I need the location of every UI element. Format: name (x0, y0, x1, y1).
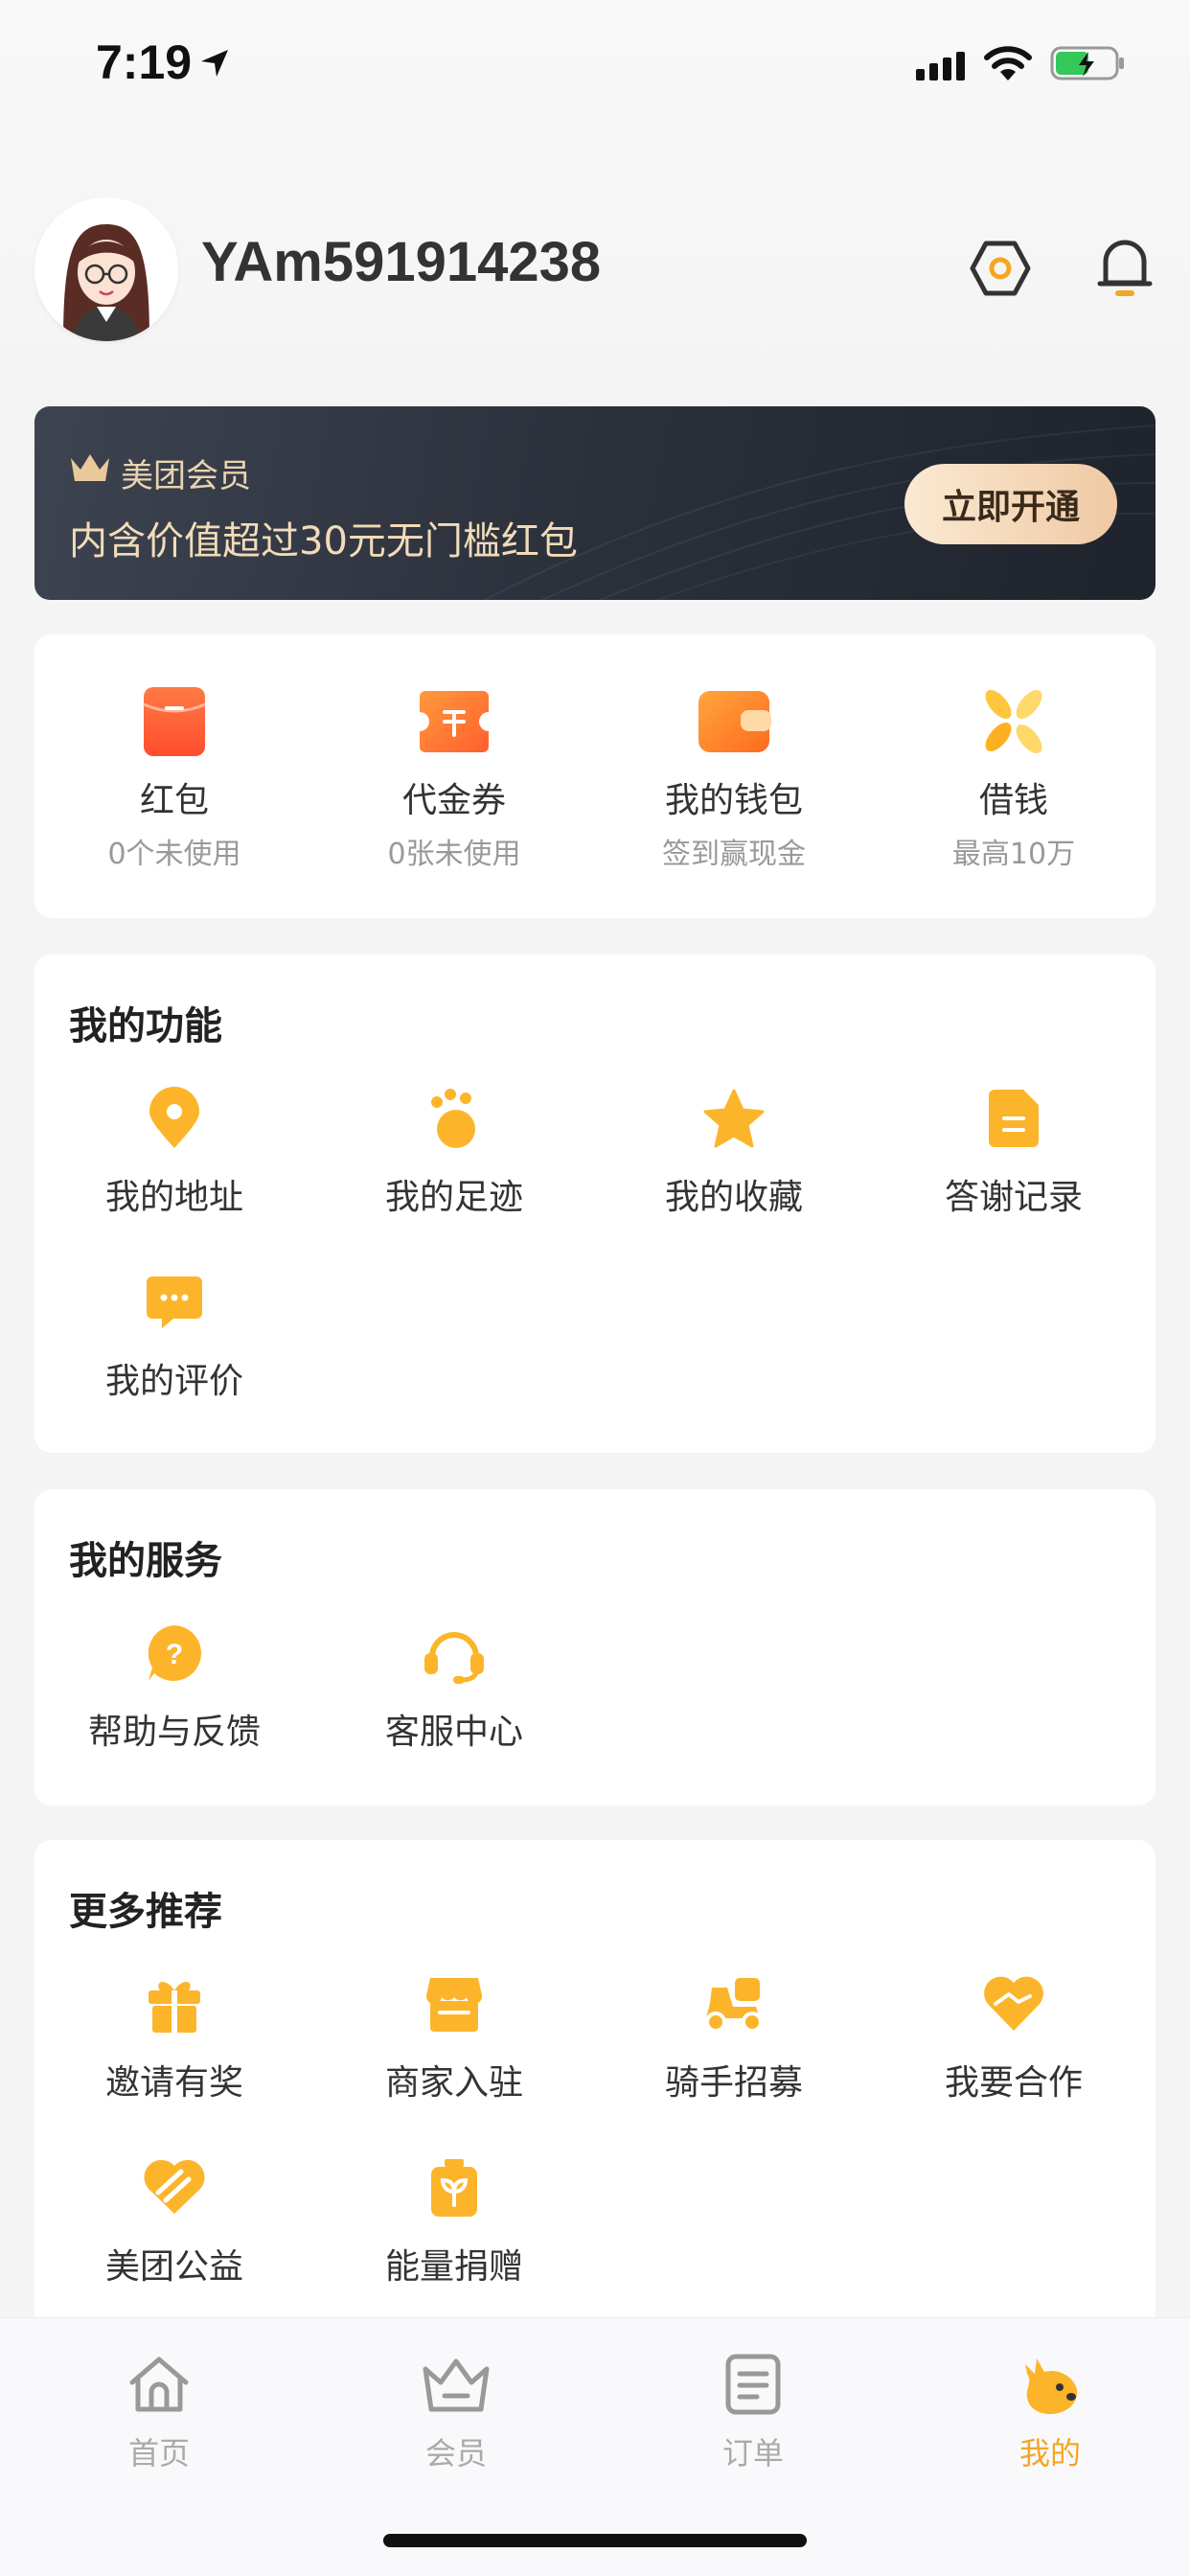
asset-sub: 0个未使用 (107, 838, 241, 871)
gift-icon (149, 1981, 200, 2033)
settings-hexagon-icon (970, 241, 1031, 296)
tab-label: 订单 (721, 2435, 784, 2472)
red-packet-icon (143, 687, 206, 756)
username: YAm591914238 (201, 231, 602, 293)
notification-button[interactable] (1087, 228, 1163, 305)
more-charity[interactable]: 美团公益 (34, 2145, 314, 2288)
battery-icon (1050, 46, 1124, 80)
asset-sub: 0张未使用 (387, 838, 521, 871)
services-title: 我的服务 (69, 1539, 222, 1583)
function-footprint[interactable]: 我的足迹 (314, 1075, 594, 1219)
more-label: 美团公益 (104, 2247, 243, 2287)
signal-icon (916, 52, 965, 80)
svg-text:?: ? (166, 1639, 183, 1670)
wallet-icon (698, 691, 771, 752)
location-pin-icon (149, 1087, 199, 1148)
tab-orders[interactable]: 订单 (657, 2341, 849, 2473)
asset-label: 我的钱包 (664, 781, 803, 820)
asset-sub: 最高10万 (951, 838, 1076, 871)
more-invite[interactable]: 邀请有奖 (34, 1961, 314, 2104)
rider-icon (705, 1978, 763, 2033)
crown-icon (423, 2358, 490, 2412)
more-merchant-join[interactable]: 商家入驻 (314, 1961, 594, 2104)
document-icon (989, 1090, 1039, 1147)
more-card: 更多推荐 邀请有奖 商家入驻 骑手招募 我要合作 美团公益 能量捐赠 (34, 1840, 1156, 2338)
member-title: 美团会员 (121, 457, 251, 495)
more-rider-recruit[interactable]: 骑手招募 (594, 1961, 874, 2104)
more-label: 能量捐赠 (384, 2247, 523, 2287)
home-indicator (383, 2534, 807, 2547)
asset-red-packet[interactable]: 红包 0个未使用 (34, 678, 314, 872)
bell-icon (1097, 240, 1153, 296)
function-label: 我的地址 (104, 1178, 243, 1217)
service-customer-center[interactable]: 客服中心 (314, 1610, 594, 1754)
functions-title: 我的功能 (69, 1004, 222, 1048)
more-label: 商家入驻 (384, 2063, 523, 2103)
tab-home[interactable]: 首页 (63, 2341, 255, 2473)
headset-icon (424, 1632, 484, 1684)
more-label: 邀请有奖 (104, 2063, 243, 2103)
store-icon (425, 1978, 483, 2032)
location-arrow-icon (201, 50, 228, 77)
functions-card: 我的功能 我的地址 我的足迹 我的收藏 答谢记录 我的评价 (34, 954, 1156, 1453)
avatar-illustration-icon (34, 197, 178, 341)
service-label: 帮助与反馈 (87, 1713, 261, 1752)
energy-icon (431, 2159, 477, 2217)
tab-mine[interactable]: 我的 (954, 2341, 1146, 2473)
asset-label: 借钱 (978, 781, 1048, 820)
status-time: 7:19 (96, 35, 193, 89)
comment-icon (147, 1276, 202, 1328)
member-banner[interactable]: 美团会员 内含价值超过30元无门槛红包 立即开通 (34, 406, 1156, 600)
footprint-icon (431, 1089, 475, 1148)
help-icon: ? (148, 1625, 201, 1681)
function-reviews[interactable]: 我的评价 (34, 1259, 314, 1403)
open-membership-button[interactable]: 立即开通 (904, 464, 1117, 544)
tab-label: 我的 (1018, 2435, 1081, 2472)
more-energy-donate[interactable]: 能量捐赠 (314, 2145, 594, 2288)
function-label: 我的收藏 (664, 1178, 803, 1217)
order-icon (725, 2354, 781, 2415)
star-icon (703, 1089, 765, 1148)
asset-label: 红包 (139, 781, 209, 820)
tab-label: 会员 (424, 2435, 487, 2472)
function-label: 答谢记录 (944, 1178, 1083, 1217)
function-label: 我的评价 (104, 1362, 243, 1401)
avatar[interactable] (34, 197, 178, 341)
asset-label: 代金券 (401, 781, 506, 820)
crown-icon (71, 454, 109, 481)
member-description: 内含价值超过30元无门槛红包 (69, 519, 578, 564)
wifi-icon (984, 46, 1032, 80)
function-label: 我的足迹 (384, 1178, 523, 1217)
charity-icon (144, 2159, 205, 2214)
handshake-heart-icon (984, 1976, 1043, 2031)
function-thanks-record[interactable]: 答谢记录 (874, 1075, 1154, 1219)
service-help-feedback[interactable]: ? 帮助与反馈 (34, 1610, 314, 1754)
asset-wallet[interactable]: 我的钱包 签到赢现金 (594, 678, 874, 872)
function-favorites[interactable]: 我的收藏 (594, 1075, 874, 1219)
asset-sub: 签到赢现金 (662, 838, 806, 871)
tab-member[interactable]: 会员 (360, 2341, 552, 2473)
voucher-icon (420, 691, 489, 752)
more-label: 我要合作 (944, 2063, 1083, 2103)
loan-icon (985, 690, 1042, 753)
home-icon (129, 2357, 189, 2412)
settings-button[interactable] (962, 230, 1039, 307)
service-label: 客服中心 (384, 1713, 523, 1752)
assets-card: 红包 0个未使用 代金券 0张未使用 我的钱包 签到赢现金 借钱 最高10万 (34, 634, 1156, 918)
asset-voucher[interactable]: 代金券 0张未使用 (314, 678, 594, 872)
tab-label: 首页 (127, 2435, 190, 2472)
status-bar: 7:19 (0, 0, 1190, 126)
function-address[interactable]: 我的地址 (34, 1075, 314, 1219)
kangaroo-icon (1025, 2358, 1078, 2414)
services-card: 我的服务 ? 帮助与反馈 客服中心 (34, 1489, 1156, 1806)
more-label: 骑手招募 (664, 2063, 803, 2103)
more-title: 更多推荐 (69, 1890, 222, 1934)
asset-loan[interactable]: 借钱 最高10万 (874, 678, 1154, 872)
more-cooperation[interactable]: 我要合作 (874, 1961, 1154, 2104)
